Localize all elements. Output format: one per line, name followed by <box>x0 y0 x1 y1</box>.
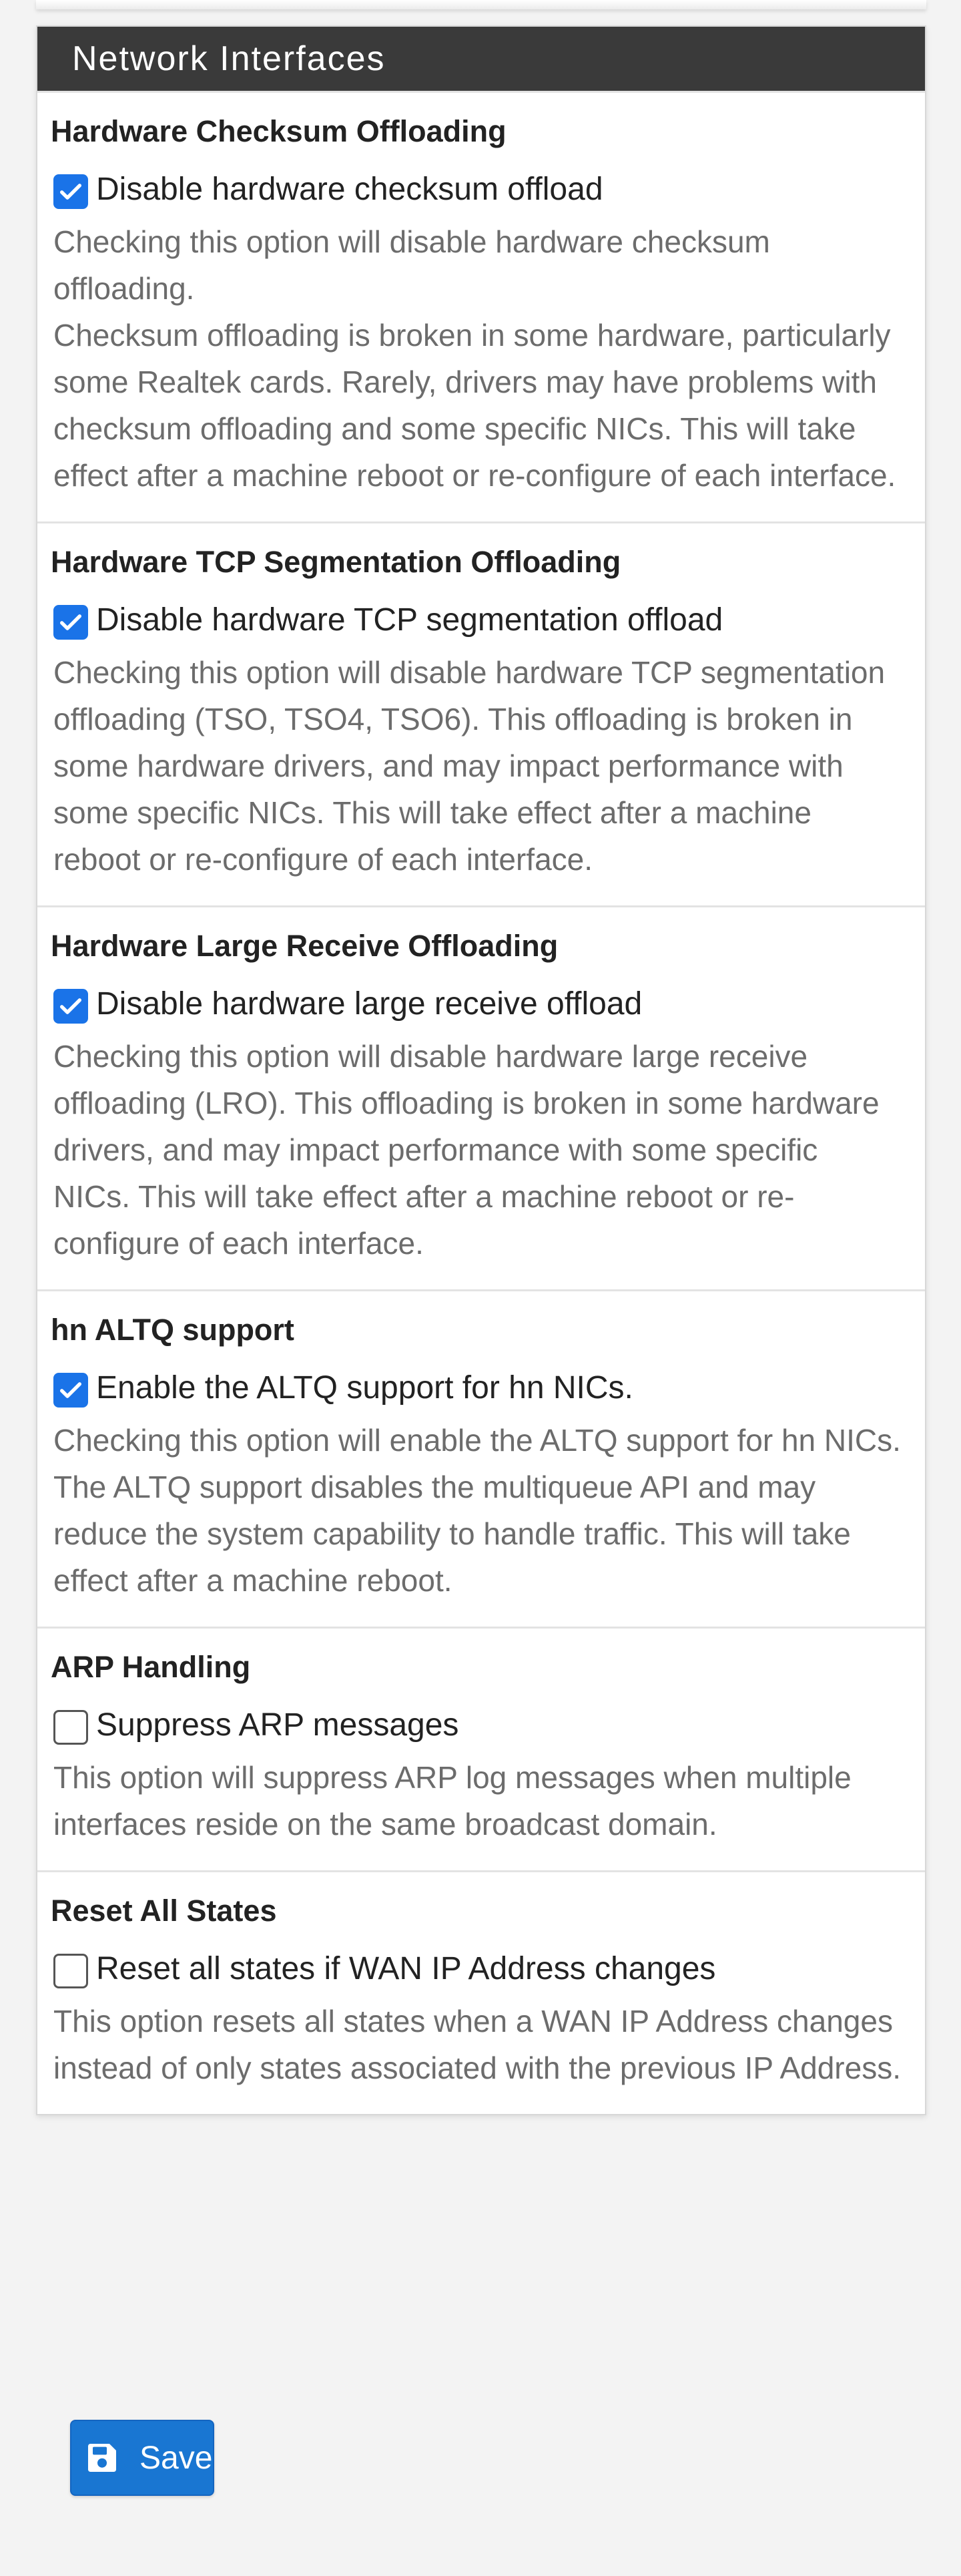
checkbox[interactable] <box>53 989 88 1024</box>
checkmark-icon <box>60 998 82 1014</box>
floppy-disk-icon <box>82 2438 122 2478</box>
reset-states-checkbox-row[interactable]: Reset all states if WAN IP Address chang… <box>51 1950 912 1988</box>
altq-support-checkbox-row[interactable]: Enable the ALTQ support for hn NICs. <box>51 1369 912 1408</box>
section-title: ARP Handling <box>51 1650 251 1684</box>
checkbox-label: Enable the ALTQ support for hn NICs. <box>96 1370 633 1406</box>
checkmark-icon <box>60 184 82 200</box>
help-text: Checking this option will enable the ALT… <box>53 1423 901 1598</box>
panel-title: Network Interfaces <box>37 27 925 91</box>
help-text: Checking this option will disable hardwa… <box>53 224 770 306</box>
section-title: Hardware TCP Segmentation Offloading <box>51 545 621 579</box>
checkbox-label: Disable hardware TCP segmentation offloa… <box>96 602 723 638</box>
section-title: Reset All States <box>51 1894 277 1928</box>
help-text: Checking this option will disable hardwa… <box>53 1039 880 1261</box>
checkbox-label: Disable hardware checksum offload <box>96 172 603 207</box>
help-text: Checksum offloading is broken in some ha… <box>53 318 896 493</box>
help-text: This option resets all states when a WAN… <box>53 2004 901 2085</box>
checkmark-icon <box>60 1382 82 1398</box>
network-interfaces-panel: Network Interfaces Hardware Checksum Off… <box>36 25 926 2115</box>
section-hardware-tcp-segmentation-offloading: Hardware TCP Segmentation Offloading Dis… <box>37 521 925 905</box>
section-reset-all-states: Reset All States Reset all states if WAN… <box>37 1870 925 2114</box>
checkbox-label: Suppress ARP messages <box>96 1707 459 1743</box>
checkbox[interactable] <box>53 1710 88 1745</box>
section-title: Hardware Large Receive Offloading <box>51 929 559 963</box>
suppress-arp-checkbox-row[interactable]: Suppress ARP messages <box>51 1706 912 1745</box>
save-button-label: Save <box>139 2440 213 2476</box>
tso-offload-checkbox-row[interactable]: Disable hardware TCP segmentation offloa… <box>51 601 912 640</box>
checkbox[interactable] <box>53 1373 88 1408</box>
section-arp-handling: ARP Handling Suppress ARP messages This … <box>37 1627 925 1870</box>
previous-panel-edge <box>36 0 926 9</box>
checkbox[interactable] <box>53 174 88 209</box>
checkbox-label: Reset all states if WAN IP Address chang… <box>96 1951 716 1986</box>
section-title: Hardware Checksum Offloading <box>51 114 507 148</box>
save-button[interactable]: Save <box>70 2420 214 2496</box>
checksum-offload-checkbox-row[interactable]: Disable hardware checksum offload <box>51 170 912 209</box>
checkbox[interactable] <box>53 605 88 640</box>
section-title: hn ALTQ support <box>51 1313 294 1347</box>
checkbox-label: Disable hardware large receive offload <box>96 986 643 1022</box>
help-text: This option will suppress ARP log messag… <box>53 1760 852 1842</box>
checkmark-icon <box>60 614 82 630</box>
lro-offload-checkbox-row[interactable]: Disable hardware large receive offload <box>51 985 912 1024</box>
section-hardware-large-receive-offloading: Hardware Large Receive Offloading Disabl… <box>37 905 925 1289</box>
checkbox[interactable] <box>53 1954 88 1988</box>
section-hardware-checksum-offloading: Hardware Checksum Offloading Disable har… <box>37 91 925 521</box>
help-text: Checking this option will disable hardwa… <box>53 655 886 877</box>
section-hn-altq-support: hn ALTQ support Enable the ALTQ support … <box>37 1289 925 1627</box>
